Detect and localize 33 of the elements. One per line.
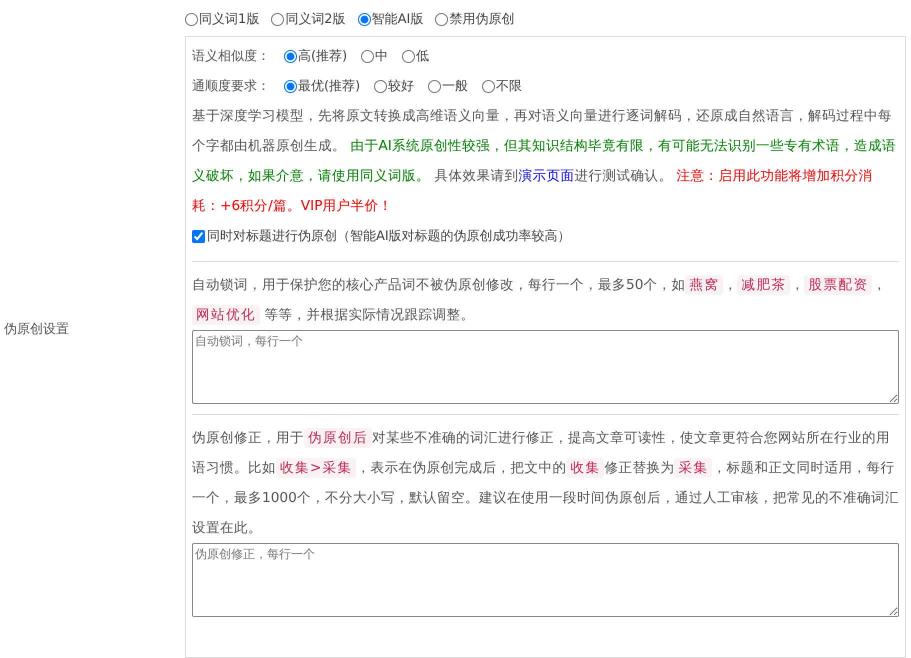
mode-option[interactable]: 智能AI版 bbox=[358, 10, 424, 28]
radio-button[interactable] bbox=[374, 80, 388, 92]
similarity-label: 语义相似度： bbox=[192, 48, 270, 65]
radio-button[interactable] bbox=[185, 12, 198, 26]
radio-button[interactable] bbox=[284, 50, 297, 62]
similarity-option[interactable]: 中 bbox=[361, 47, 388, 65]
fluency-option[interactable]: 最优(推荐) bbox=[284, 77, 360, 95]
radio-button[interactable] bbox=[435, 12, 448, 26]
demo-page-link[interactable]: 演示页面 bbox=[518, 168, 574, 184]
fluency-label: 通顺度要求： bbox=[192, 78, 270, 95]
mode-option[interactable]: 禁用伪原创 bbox=[435, 10, 514, 28]
radio-button[interactable] bbox=[402, 50, 416, 62]
radio-button[interactable] bbox=[482, 80, 496, 92]
title-option[interactable]: 同时对标题进行伪原创（智能AI版对标题的伪原创成功率较高） bbox=[192, 227, 571, 245]
fluency-option[interactable]: 不限 bbox=[482, 77, 522, 95]
description-text: 基于深度学习模型，先将原文转换成高维语义向量，再对语义向量进行逐词解码，还原成自然语言，解码过程中每个字都由机器原创生成。 由于AI系统原创性较强，但其知识结构毕竟有限，有可能无法识别一些专有术语，造成语义破坏，如果介意，请使用同义词版。 具体效果请到演示页面进行测试确认。 注意：启用此功能将增加积分消耗：+6积分/篇。VIP用户半价！ bbox=[192, 107, 897, 216]
section-label: 伪原创设置 bbox=[4, 321, 69, 338]
lock-words-field[interactable]: 自动锁词，每行一个 bbox=[192, 330, 899, 404]
mode-option[interactable]: 同义词2版 bbox=[271, 10, 346, 28]
similarity-option[interactable]: 高(推荐) bbox=[284, 47, 348, 65]
mode-option[interactable]: 同义词1版 bbox=[185, 10, 260, 28]
radio-button[interactable] bbox=[284, 80, 297, 92]
lock-words-help: 自动锁词，用于保护您的核心产品词不被伪原创修改，每行一个，最多50个，如 燕窝 ， 减肥茶 ， 股票配资 ， 网站优化 等等，并根据实际情况跟踪调整。 bbox=[192, 274, 888, 327]
radio-button[interactable] bbox=[428, 80, 442, 92]
similarity-option[interactable]: 低 bbox=[402, 47, 430, 65]
corrections-field[interactable]: 伪原创修正，每行一个 bbox=[192, 543, 899, 617]
radio-button[interactable] bbox=[358, 12, 371, 26]
radio-button[interactable] bbox=[361, 50, 374, 62]
checkbox[interactable] bbox=[192, 230, 205, 242]
fluency-option[interactable]: 较好 bbox=[374, 77, 414, 95]
corrections-help: 伪原创修正，用于 伪原创后 对某些不准确的词汇进行修正，提高文章可读性，使文章更符合您网站所在行业的用语习惯。比如 收集>采集 ，表示在伪原创完成后，把文中的 收集 修正替换为 采集 ，标题和正文同时适用，每行一个，最多1000个，不分大小写，默认留空。建议在使用一段时间伪原创后，通过人工审核，把常见的不准确词汇设置在此。 bbox=[192, 427, 899, 538]
fluency-option[interactable]: 一般 bbox=[428, 77, 468, 95]
radio-button[interactable] bbox=[271, 12, 284, 26]
